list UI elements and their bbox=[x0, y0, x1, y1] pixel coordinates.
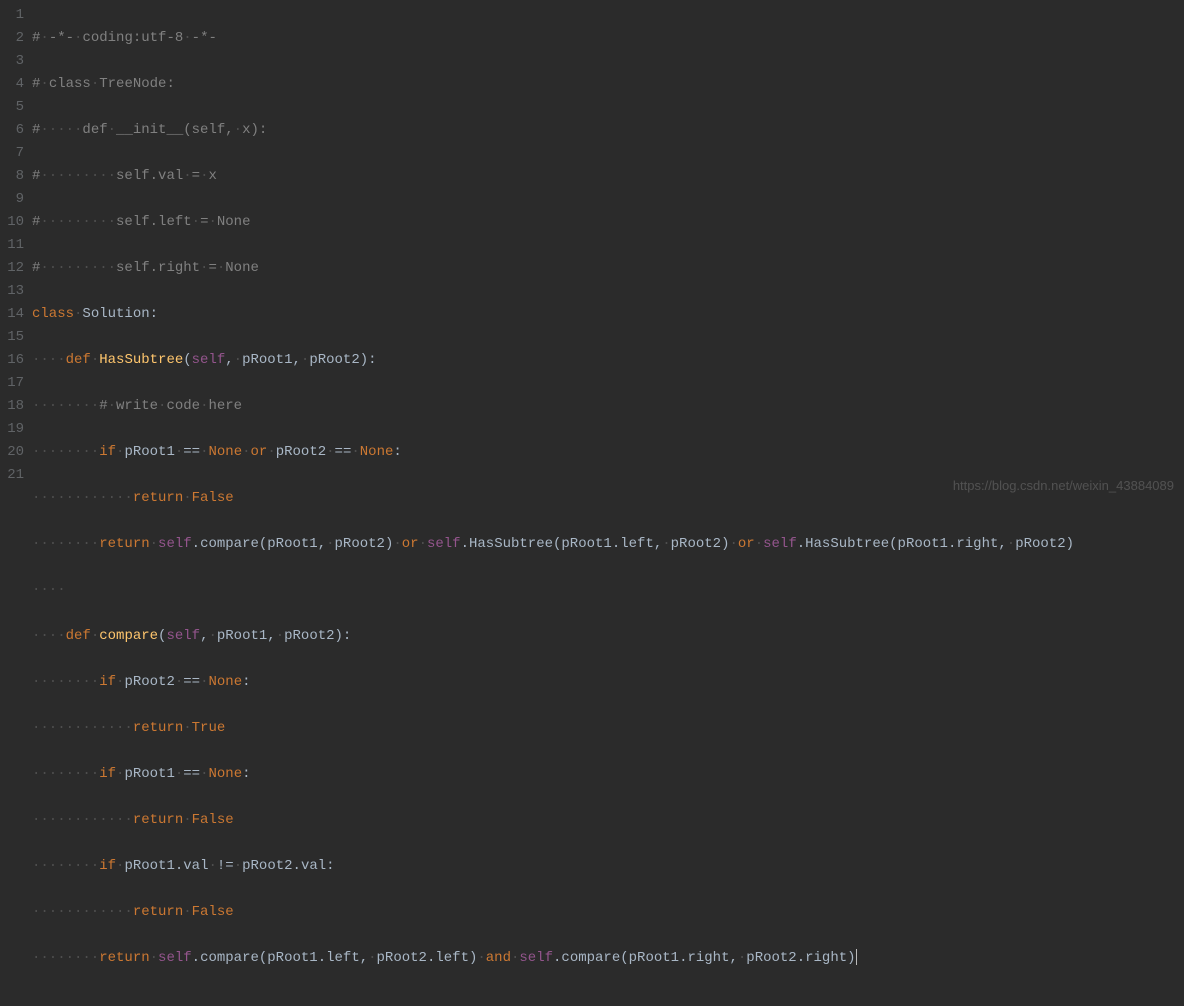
line-number: 1 bbox=[0, 4, 24, 27]
code-line: ········if·pRoot1·==·None·or·pRoot2·==·N… bbox=[32, 441, 1184, 464]
line-number: 16 bbox=[0, 349, 24, 372]
code-line: #·········self.right·=·None bbox=[32, 257, 1184, 280]
line-number: 17 bbox=[0, 372, 24, 395]
line-number: 8 bbox=[0, 165, 24, 188]
code-line: #·····def·__init__(self,·x): bbox=[32, 119, 1184, 142]
line-number: 15 bbox=[0, 326, 24, 349]
code-line: ········if·pRoot1·==·None: bbox=[32, 763, 1184, 786]
code-line: ········#·write·code·here bbox=[32, 395, 1184, 418]
code-line: ············return·False bbox=[32, 901, 1184, 924]
line-number: 6 bbox=[0, 119, 24, 142]
line-number: 9 bbox=[0, 188, 24, 211]
code-line: ········return·self.compare(pRoot1,·pRoo… bbox=[32, 533, 1184, 556]
code-line: ············return·False bbox=[32, 809, 1184, 832]
line-number: 18 bbox=[0, 395, 24, 418]
code-line: ············return·True bbox=[32, 717, 1184, 740]
line-number: 10 bbox=[0, 211, 24, 234]
code-line: #·class·TreeNode: bbox=[32, 73, 1184, 96]
code-line: #·-*-·coding:utf-8·-*- bbox=[32, 27, 1184, 50]
text-cursor-icon bbox=[856, 949, 857, 965]
code-line: class·Solution: bbox=[32, 303, 1184, 326]
code-line: ········return·self.compare(pRoot1.left,… bbox=[32, 947, 1184, 970]
code-editor: 1 2 3 4 5 6 7 8 9 10 11 12 13 14 15 16 1… bbox=[0, 0, 1184, 1006]
line-number-gutter: 1 2 3 4 5 6 7 8 9 10 11 12 13 14 15 16 1… bbox=[0, 4, 32, 1006]
line-number: 19 bbox=[0, 418, 24, 441]
line-number: 20 bbox=[0, 441, 24, 464]
code-area[interactable]: #·-*-·coding:utf-8·-*- #·class·TreeNode:… bbox=[32, 4, 1184, 1006]
code-line: ····def·compare(self,·pRoot1,·pRoot2): bbox=[32, 625, 1184, 648]
line-number: 11 bbox=[0, 234, 24, 257]
line-number: 21 bbox=[0, 464, 24, 487]
code-line: ····def·HasSubtree(self,·pRoot1,·pRoot2)… bbox=[32, 349, 1184, 372]
code-line: #·········self.val·=·x bbox=[32, 165, 1184, 188]
line-number: 5 bbox=[0, 96, 24, 119]
code-line: ············return·False bbox=[32, 487, 1184, 510]
line-number: 12 bbox=[0, 257, 24, 280]
code-line: #·········self.left·=·None bbox=[32, 211, 1184, 234]
line-number: 3 bbox=[0, 50, 24, 73]
code-line: ········if·pRoot2·==·None: bbox=[32, 671, 1184, 694]
line-number: 4 bbox=[0, 73, 24, 96]
code-line: ········if·pRoot1.val·!=·pRoot2.val: bbox=[32, 855, 1184, 878]
code-line: ···· bbox=[32, 579, 1184, 602]
line-number: 2 bbox=[0, 27, 24, 50]
line-number: 7 bbox=[0, 142, 24, 165]
line-number: 14 bbox=[0, 303, 24, 326]
line-number: 13 bbox=[0, 280, 24, 303]
